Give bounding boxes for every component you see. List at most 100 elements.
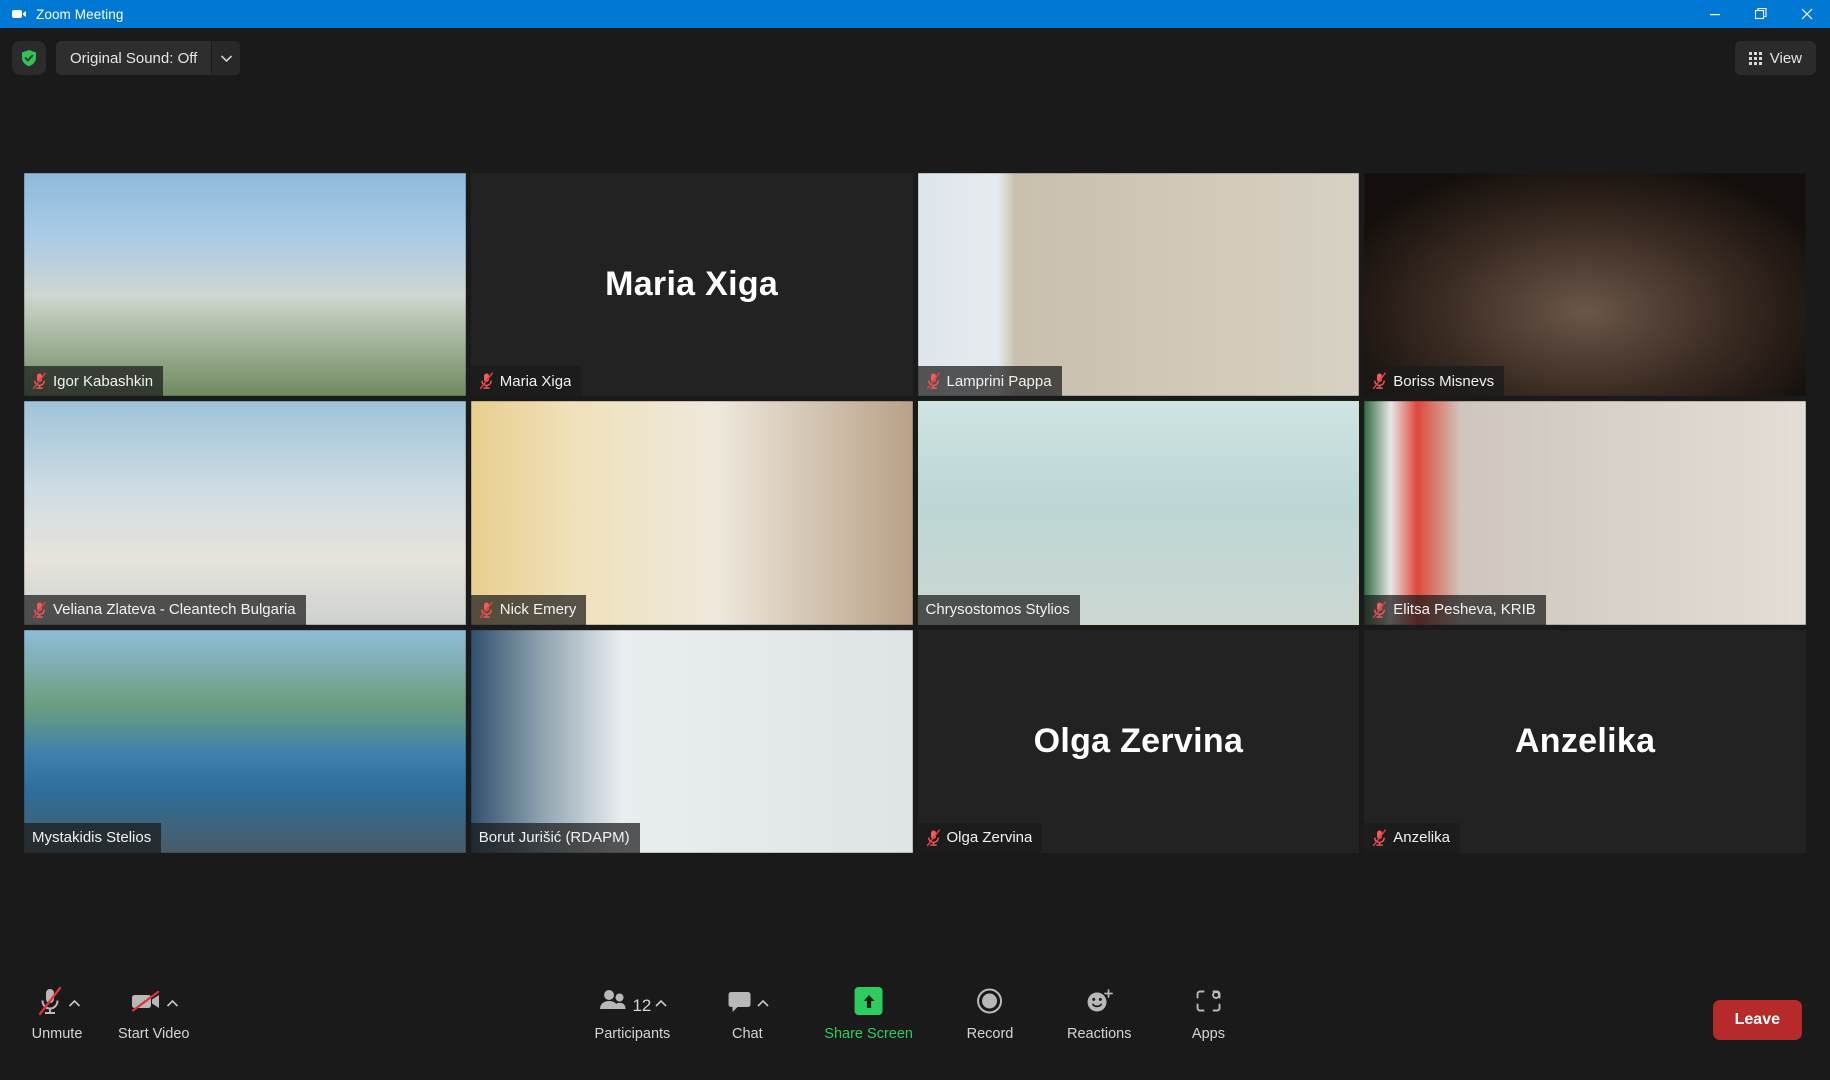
- toolbar-right-group: Leave: [1712, 1000, 1802, 1040]
- participant-name-label: Igor Kabashkin: [53, 372, 154, 390]
- original-sound-button[interactable]: Original Sound: Off: [56, 41, 212, 75]
- people-icon: [598, 982, 628, 1020]
- camera-off-icon: [129, 982, 163, 1020]
- chevron-up-icon[interactable]: [655, 994, 667, 1020]
- chat-button[interactable]: Chat: [720, 982, 774, 1042]
- participant-tile[interactable]: Mystakidis Stelios: [24, 629, 466, 853]
- participant-tile[interactable]: Olga Zervina Olga Zervina: [917, 629, 1360, 853]
- participant-name-bar: Veliana Zlateva - Cleantech Bulgaria: [24, 594, 306, 625]
- window-title: Zoom Meeting: [36, 6, 124, 22]
- microphone-muted-icon: [1373, 601, 1387, 618]
- record-button[interactable]: Record: [963, 982, 1017, 1042]
- speech-bubble-icon: [726, 982, 754, 1020]
- participant-tile[interactable]: Veliana Zlateva - Cleantech Bulgaria: [24, 401, 466, 625]
- participant-tile[interactable]: Borut Jurišić (RDAPM): [470, 629, 913, 853]
- video-stage: Igor Kabashkin Maria Xiga Maria Xiga Lamp…: [0, 88, 1830, 960]
- close-button[interactable]: [1784, 0, 1830, 28]
- participant-tile[interactable]: Igor Kabashkin: [24, 173, 466, 397]
- participant-name-label: Veliana Zlateva - Cleantech Bulgaria: [53, 601, 296, 619]
- participant-name-label: Maria Xiga: [499, 372, 572, 390]
- participant-tile[interactable]: Anzelika Anzelika: [1364, 629, 1806, 853]
- participant-video: [24, 173, 466, 397]
- participant-name-placeholder: Olga Zervina: [1033, 721, 1244, 760]
- participant-name-label: Mystakidis Stelios: [32, 829, 152, 847]
- participant-grid: Igor Kabashkin Maria Xiga Maria Xiga Lamp…: [24, 173, 1806, 853]
- view-button[interactable]: View: [1734, 41, 1816, 75]
- apps-button[interactable]: Apps: [1181, 982, 1235, 1042]
- participant-name-bar: Igor Kabashkin: [24, 366, 164, 397]
- participant-video: [24, 401, 466, 625]
- microphone-muted-icon: [479, 372, 493, 390]
- reactions-label: Reactions: [1066, 1026, 1132, 1042]
- microphone-muted-icon: [926, 372, 940, 390]
- meeting-topbar: Original Sound: Off View: [0, 28, 1830, 88]
- record-label: Record: [966, 1026, 1014, 1042]
- participant-tile[interactable]: Maria Xiga Maria Xiga: [470, 173, 913, 397]
- share-arrow-up-icon: [854, 982, 883, 1020]
- participant-name-label: Olga Zervina: [946, 829, 1033, 847]
- participant-tile[interactable]: Lamprini Pappa: [917, 173, 1360, 397]
- toolbar-center-group: 12 Participants Chat Share Screen Record…: [595, 982, 1236, 1042]
- view-label: View: [1769, 49, 1802, 67]
- leave-button[interactable]: Leave: [1712, 1000, 1802, 1040]
- restore-button[interactable]: [1738, 0, 1784, 28]
- apps-icon: [1194, 982, 1222, 1020]
- participant-video: [24, 629, 466, 853]
- participant-tile[interactable]: Elitsa Pesheva, KRIB: [1364, 401, 1806, 625]
- microphone-muted-icon: [35, 982, 65, 1020]
- unmute-button[interactable]: Unmute: [30, 982, 84, 1042]
- participant-video: [917, 401, 1360, 625]
- start-video-label: Start Video: [118, 1026, 190, 1042]
- participant-name-bar: Anzelika: [1364, 822, 1460, 853]
- share-screen-label: Share Screen: [824, 1026, 913, 1042]
- microphone-muted-icon: [32, 601, 46, 618]
- participant-name-label: Chrysostomos Stylios: [925, 601, 1070, 619]
- participant-name-placeholder: Maria Xiga: [605, 265, 779, 304]
- participant-tile[interactable]: Boriss Misnevs: [1364, 173, 1806, 397]
- participants-button[interactable]: 12 Participants: [594, 982, 671, 1042]
- chevron-up-icon[interactable]: [167, 994, 179, 1020]
- participant-name-bar: Lamprini Pappa: [917, 366, 1062, 397]
- participant-name-label: Nick Emery: [499, 601, 577, 619]
- participant-name-bar: Mystakidis Stelios: [24, 822, 162, 853]
- grid-icon: [1748, 51, 1762, 65]
- participant-name-label: Boriss Misnevs: [1393, 372, 1495, 390]
- record-circle-icon: [976, 982, 1004, 1020]
- participant-video: [1364, 401, 1806, 625]
- chevron-down-icon[interactable]: [212, 41, 241, 75]
- participant-name-bar: Chrysostomos Stylios: [917, 594, 1080, 625]
- participant-name-placeholder: Anzelika: [1514, 721, 1656, 760]
- chevron-up-icon[interactable]: [757, 994, 769, 1020]
- chat-label: Chat: [731, 1026, 763, 1042]
- participant-tile[interactable]: Chrysostomos Stylios: [917, 401, 1360, 625]
- apps-label: Apps: [1191, 1026, 1225, 1042]
- video-camera-icon: [6, 6, 32, 22]
- smiley-plus-icon: [1084, 982, 1114, 1020]
- participant-name-label: Anzelika: [1393, 829, 1450, 847]
- participants-label: Participants: [594, 1026, 671, 1042]
- reactions-button[interactable]: Reactions: [1067, 982, 1131, 1042]
- meeting-toolbar: Unmute Start Video 12 Participants Chat …: [0, 960, 1830, 1080]
- shield-check-icon[interactable]: [12, 41, 46, 75]
- microphone-muted-icon: [926, 829, 940, 847]
- participant-video: [917, 173, 1360, 397]
- original-sound-control: Original Sound: Off: [56, 41, 241, 75]
- participant-video: [470, 629, 913, 853]
- toolbar-left-group: Unmute Start Video: [30, 982, 189, 1042]
- unmute-label: Unmute: [31, 1026, 83, 1042]
- microphone-muted-icon: [32, 372, 46, 390]
- participant-name-label: Elitsa Pesheva, KRIB: [1393, 601, 1536, 619]
- start-video-button[interactable]: Start Video: [118, 982, 189, 1042]
- microphone-muted-icon: [1373, 829, 1387, 847]
- participant-name-label: Borut Jurišić (RDAPM): [478, 829, 630, 847]
- window-controls: [1692, 0, 1830, 28]
- participant-video: [1364, 173, 1806, 397]
- participant-tile[interactable]: Nick Emery: [470, 401, 913, 625]
- original-sound-group: Original Sound: Off: [12, 41, 241, 75]
- participant-name-bar: Nick Emery: [470, 594, 587, 625]
- minimize-button[interactable]: [1692, 0, 1738, 28]
- chevron-up-icon[interactable]: [68, 994, 80, 1020]
- participant-name-bar: Maria Xiga: [470, 366, 582, 397]
- window-titlebar: Zoom Meeting: [0, 0, 1830, 28]
- share-screen-button[interactable]: Share Screen: [824, 982, 913, 1042]
